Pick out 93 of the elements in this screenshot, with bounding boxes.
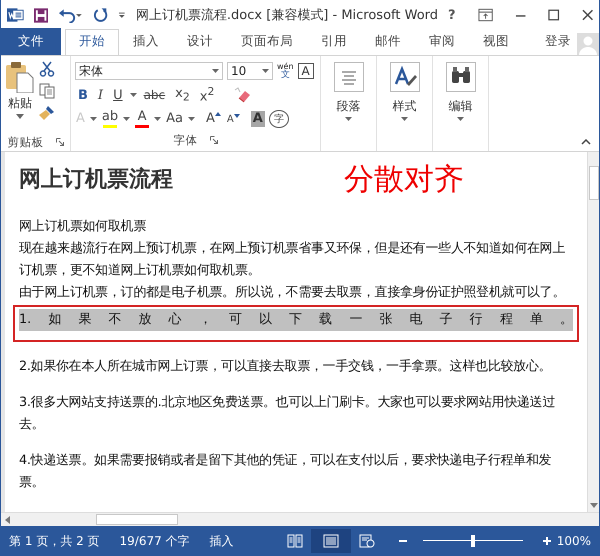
paragraph: 由于网上订机票，订的都是电子机票。所以说，不需要去取票，直接拿身份证护照登机就可以了。	[19, 284, 566, 302]
paragraph-icon	[334, 62, 364, 92]
caret-icon	[457, 117, 464, 121]
font-size-field[interactable]: 10	[227, 62, 273, 80]
insert-mode[interactable]: 插入	[210, 532, 234, 550]
group-label: 字体	[174, 132, 198, 148]
redo-icon[interactable]	[93, 7, 108, 23]
eraser-icon[interactable]	[233, 87, 252, 103]
group-label: 剪贴板	[8, 134, 44, 150]
view-mode-button[interactable]	[310, 529, 351, 553]
ribbon-tab[interactable]: 引用	[307, 29, 361, 55]
customize-caret-icon[interactable]	[118, 11, 126, 19]
format-button[interactable]: abc	[140, 88, 168, 102]
font-effect-button[interactable]: ab	[100, 110, 120, 128]
ribbon-tab[interactable]: 页面布局	[227, 29, 307, 55]
caret-icon[interactable]	[123, 117, 130, 121]
ribbon-tab[interactable]: 邮件	[361, 29, 415, 55]
caret-icon[interactable]	[188, 117, 195, 121]
ribbon-tab[interactable]: 插入	[119, 29, 173, 55]
scroll-left-arrow-icon[interactable]	[5, 516, 10, 524]
ribbon-tab[interactable]: 审阅	[415, 29, 469, 55]
word-count[interactable]: 19/677 个字	[120, 532, 190, 550]
caret-icon	[212, 69, 219, 73]
save-icon[interactable]	[34, 8, 48, 22]
copy-icon[interactable]	[39, 83, 55, 99]
vertical-scrollbar[interactable]	[587, 152, 599, 512]
help-button[interactable]: ?	[448, 8, 456, 22]
paragraph: 网上订机票如何取机票	[19, 218, 148, 236]
caret-icon	[16, 114, 24, 119]
caret-icon	[401, 117, 408, 121]
annotation-text: 分散对齐	[344, 160, 464, 198]
dialog-launcher-icon[interactable]	[56, 138, 64, 146]
caret-icon[interactable]	[130, 93, 137, 97]
font-effect-button[interactable]: A	[226, 114, 241, 124]
font-effect-button[interactable]: A	[134, 110, 150, 128]
caret-icon[interactable]	[154, 117, 162, 121]
scrollbar-thumb[interactable]	[588, 166, 598, 200]
paste-button[interactable]: 粘贴	[5, 59, 35, 133]
paragraph: 2.如果你在本人所在城市网上订票，可以直接去取票，一手交钱，一手拿票。这样也比较放心。	[19, 358, 552, 376]
scrollbar-thumb[interactable]	[96, 514, 178, 525]
clipboard-icon	[5, 61, 35, 93]
cut-icon[interactable]	[39, 61, 55, 77]
phonetic-guide-button[interactable]: wén 文	[277, 62, 294, 80]
paragraph: 4.快递送票。如果需要报销或者是留下其他的凭证，可以在支付以后，要求快递电子行程单和发票。	[19, 452, 552, 492]
maximize-icon[interactable]	[548, 9, 560, 21]
read-mode-icon	[286, 534, 303, 548]
dialog-launcher-icon[interactable]	[210, 136, 218, 144]
undo-icon[interactable]	[58, 8, 84, 22]
ribbon-display-icon[interactable]	[478, 8, 493, 22]
triangle-down-icon	[234, 114, 240, 118]
binoculars-icon	[446, 62, 476, 92]
scroll-down-arrow-icon[interactable]	[590, 503, 598, 508]
format-button[interactable]: x$^{2}$	[196, 85, 218, 105]
web-layout-icon	[358, 534, 375, 548]
ribbon-group-button[interactable]: 样式	[377, 56, 433, 151]
caret-icon	[262, 69, 269, 73]
format-button[interactable]: U	[110, 88, 126, 102]
horizontal-scrollbar[interactable]	[1, 512, 599, 526]
triangle-up-icon	[214, 112, 221, 116]
font-effect-button[interactable]: 字	[268, 110, 289, 128]
distributed-paragraph: 1.如果不放心，可以下载一张电子行程单。	[19, 309, 573, 331]
font-effect-button[interactable]: A	[204, 112, 222, 126]
font-effect-button[interactable]: A	[250, 110, 265, 128]
ribbon-group-button[interactable]: 编辑	[433, 56, 489, 151]
sign-in-link[interactable]: 登录	[539, 33, 577, 55]
ribbon-tab[interactable]: 文件	[1, 28, 61, 55]
collapse-ribbon-icon[interactable]	[581, 139, 591, 145]
zoom-level[interactable]: 100%	[556, 534, 591, 548]
zoom-out-icon[interactable]	[398, 537, 407, 545]
caret-icon[interactable]	[90, 117, 97, 121]
print-layout-icon	[322, 534, 339, 548]
font-name-field[interactable]: 宋体	[75, 62, 223, 80]
format-button[interactable]: B	[75, 88, 91, 102]
font-effect-button[interactable]: Aa	[165, 112, 184, 126]
ribbon-tab[interactable]: 设计	[173, 29, 227, 55]
zoom-in-icon[interactable]	[542, 537, 551, 545]
character-border-button[interactable]: A	[298, 63, 314, 79]
window-title: 网上订机票流程.docx [兼容模式] - Microsoft Word	[136, 7, 438, 24]
word-logo-icon	[7, 7, 24, 23]
close-icon[interactable]	[582, 9, 593, 21]
ribbon-group-button[interactable]: 段落	[321, 56, 377, 151]
ribbon-tab[interactable]: 视图	[469, 29, 523, 55]
format-button[interactable]: x$_{2}$	[172, 86, 193, 104]
ribbon-tab[interactable]: 开始	[65, 29, 119, 55]
paragraph: 3.很多大网站支持送票的.北京地区免费送票。也可以上门刷卡。大家也可以要求网站用快递送过去。	[19, 394, 556, 434]
zoom-slider[interactable]	[422, 534, 523, 548]
format-painter-icon[interactable]	[39, 105, 55, 121]
styles-icon	[390, 62, 420, 92]
page-count[interactable]: 第 1 页，共 2 页	[9, 532, 100, 550]
document-heading: 网上订机票流程	[19, 166, 174, 194]
format-button[interactable]: I	[94, 88, 106, 102]
paragraph: 现在越来越流行在网上预订机票，在网上预订机票省事又环保，但是还有一些人不知道如何在网上订机票，更不知道网上订机票如何取机票。	[19, 240, 566, 280]
caret-icon	[345, 117, 352, 121]
